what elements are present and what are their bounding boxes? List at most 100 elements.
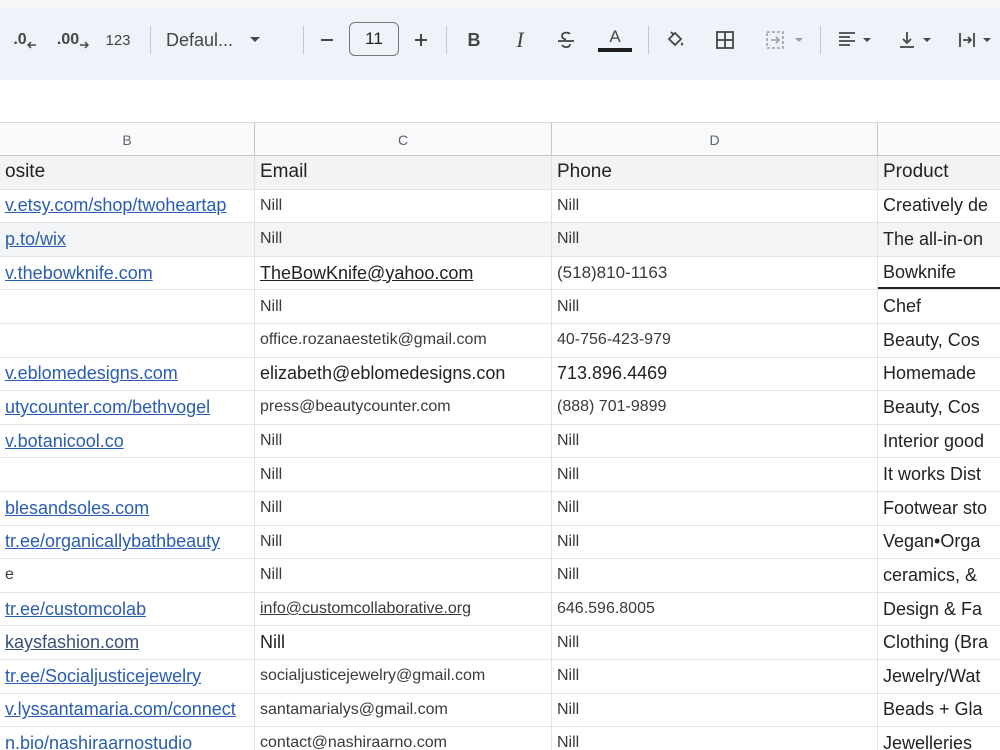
table-cell[interactable]: santamarialys@gmail.com [255,693,552,727]
table-cell[interactable]: Chef [878,290,1000,323]
table-row: v.lyssantamaria.com/connect santamarialy… [0,693,1000,728]
toolbar-top-strip [0,0,1000,8]
table-cell[interactable]: (518)810-1163 [552,256,878,290]
table-cell[interactable]: Nill [255,458,552,491]
table-cell[interactable]: Nill [552,223,878,256]
text-wrapping-dropdown[interactable] [948,18,1000,62]
decrease-decimal-button[interactable]: .0 [8,18,42,62]
table-cell[interactable]: socialjusticejewelry@gmail.com [255,660,552,693]
table-cell[interactable]: Interior good [878,425,1000,458]
table-cell[interactable]: It works Dist [878,458,1000,491]
table-cell[interactable]: Nill [552,290,878,323]
number-format-button[interactable]: 123 [100,18,136,62]
table-cell[interactable]: Nill [552,458,878,491]
table-cell[interactable]: p.to/wix [0,223,255,256]
text-color-button[interactable]: A [596,18,634,62]
borders-button[interactable] [710,18,740,62]
table-cell[interactable]: Nill [255,223,552,256]
table-cell[interactable]: Footwear sto [878,492,1000,525]
fill-color-button[interactable] [660,18,690,62]
table-cell[interactable]: Homemade [878,358,1000,391]
increase-font-size-button[interactable] [408,18,434,62]
table-cell[interactable]: Nill [552,525,878,559]
table-cell[interactable]: ceramics, & [878,559,1000,592]
table-cell[interactable]: Nill [552,492,878,525]
table-cell[interactable]: kaysfashion.com [0,626,255,659]
table-cell[interactable]: tr.ee/customcolab [0,592,255,626]
borders-icon [716,31,734,49]
table-cell[interactable]: Clothing (Bra [878,626,1000,659]
strikethrough-button[interactable] [552,18,580,62]
table-cell[interactable] [0,458,255,491]
table-cell[interactable]: 713.896.4469 [552,357,878,391]
table-cell[interactable]: Vegan•Orga [878,526,1000,559]
bold-button[interactable]: B [460,18,488,62]
table-cell[interactable]: Beauty, Cos [878,391,1000,424]
table-cell[interactable]: Design & Fa [878,593,1000,626]
table-cell[interactable]: Jewelry/Wat [878,660,1000,693]
decrease-font-size-button[interactable] [314,18,340,62]
table-cell[interactable]: elizabeth@eblomedesigns.con [255,357,552,391]
table-cell[interactable]: Nill [552,727,878,750]
italic-button[interactable]: I [506,18,534,62]
column-header-d[interactable]: D [552,123,878,156]
column-header-c[interactable]: C [255,123,552,156]
table-cell[interactable]: 40-756-423-979 [552,324,878,357]
column-header-b[interactable]: B [0,123,255,156]
table-cell[interactable]: office.rozanaestetik@gmail.com [255,324,552,357]
merge-cells-button[interactable] [756,18,812,62]
font-family-dropdown[interactable]: Defaul... [166,18,286,62]
table-cell[interactable]: v.thebowknife.com [0,256,255,290]
table-cell[interactable]: Product [878,156,1000,189]
table-cell[interactable]: Creatively de [878,190,1000,223]
table-cell[interactable]: 646.596.8005 [552,592,878,626]
table-cell[interactable] [0,324,255,357]
table-cell[interactable]: tr.ee/Socialjusticejewelry [0,660,255,693]
table-cell[interactable]: n.bio/nashiraarnostudio [0,727,255,750]
table-cell[interactable]: Nill [255,559,552,592]
horizontal-align-dropdown[interactable] [830,18,878,62]
table-cell[interactable]: e [0,559,255,592]
font-size-input[interactable]: 11 [349,22,399,56]
table-cell[interactable]: Nill [255,626,552,659]
table-cell[interactable]: v.lyssantamaria.com/connect [0,693,255,727]
table-cell[interactable]: v.eblomedesigns.com [0,357,255,391]
vertical-align-dropdown[interactable] [890,18,938,62]
table-cell[interactable]: Nill [552,189,878,223]
table-cell[interactable]: Bowknife [878,257,1000,290]
table-cell[interactable]: Nill [552,626,878,659]
table-cell[interactable]: Nill [255,424,552,458]
toolbar-separator [150,26,151,54]
table-row: Nill Nill It works Dist [0,458,1000,492]
table-cell[interactable]: press@beautycounter.com [255,391,552,424]
table-cell[interactable]: Jewelleries [878,727,1000,750]
table-cell[interactable]: v.botanicool.co [0,424,255,458]
table-cell[interactable]: Beads + Gla [878,694,1000,727]
table-cell[interactable]: Nill [552,693,878,727]
table-cell[interactable]: Nill [255,525,552,559]
table-cell[interactable]: osite [0,156,255,189]
table-cell[interactable]: Nill [255,189,552,223]
table-cell[interactable]: contact@nashiraarno.com [255,727,552,750]
table-cell[interactable]: Email [255,156,552,189]
table-cell[interactable]: Nill [552,424,878,458]
table-cell[interactable]: Nill [552,660,878,693]
table-cell[interactable]: Beauty, Cos [878,324,1000,357]
table-cell[interactable]: v.etsy.com/shop/twoheartap [0,189,255,223]
table-cell[interactable]: info@customcollaborative.org [255,592,552,626]
table-cell[interactable]: (888) 701-9899 [552,391,878,424]
table-cell[interactable]: TheBowKnife@yahoo.com [255,256,552,290]
table-cell[interactable]: Nill [255,492,552,525]
increase-decimal-button[interactable]: .00 [54,18,92,62]
table-cell[interactable]: tr.ee/organicallybathbeauty [0,525,255,559]
table-cell[interactable] [0,290,255,323]
table-cell[interactable]: Nill [552,559,878,592]
table-cell[interactable]: The all-in-on [878,223,1000,256]
table-cell[interactable]: blesandsoles.com [0,492,255,525]
column-header-e[interactable] [878,123,1000,156]
formula-bar-area[interactable] [0,80,1000,122]
table-row: p.to/wix Nill Nill The all-in-on [0,223,1000,257]
table-cell[interactable]: utycounter.com/bethvogel [0,391,255,424]
table-cell[interactable]: Phone [552,156,878,189]
table-cell[interactable]: Nill [255,290,552,323]
